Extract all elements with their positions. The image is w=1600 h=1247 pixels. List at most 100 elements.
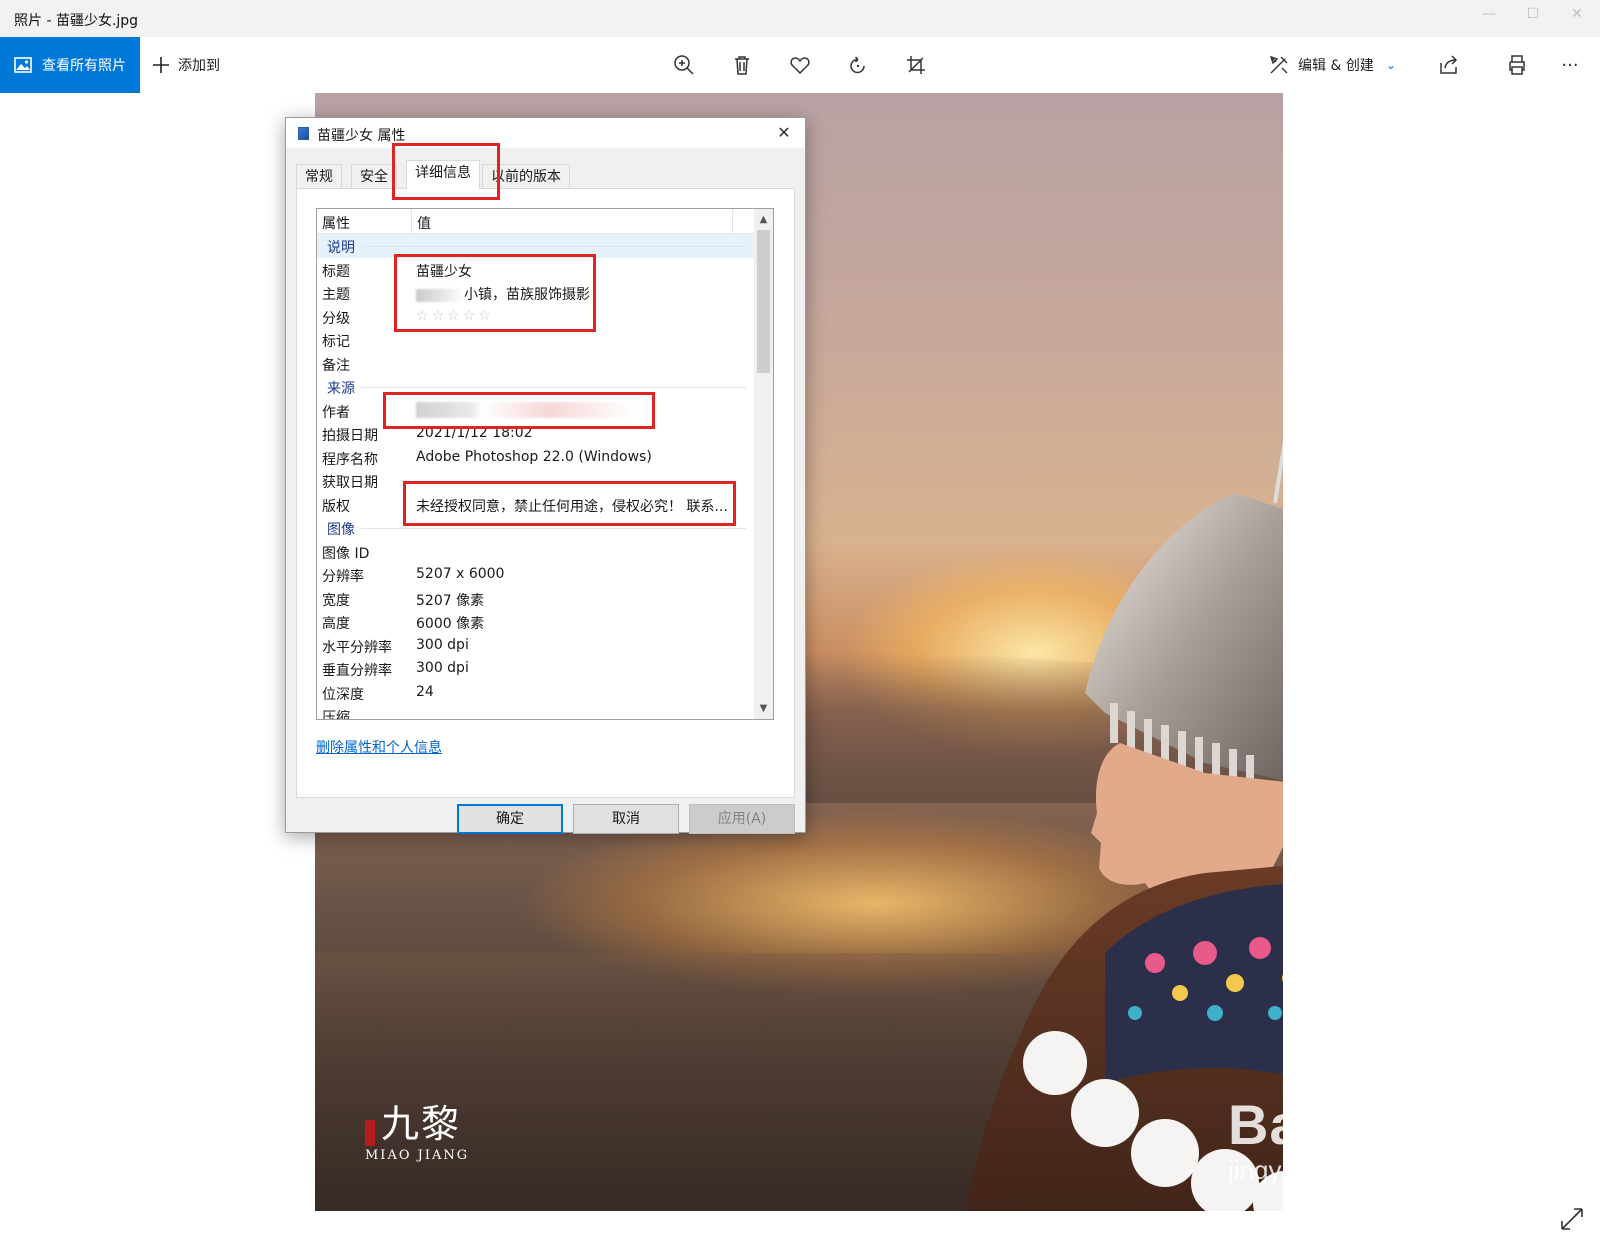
- list-header: 属性 值: [317, 209, 754, 234]
- property-value[interactable]: Adobe Photoshop 22.0 (Windows): [416, 449, 652, 465]
- property-value[interactable]: 300 dpi: [416, 637, 469, 653]
- property-key: 标题: [322, 263, 350, 280]
- column-divider: [732, 209, 733, 234]
- photo-subject: [964, 441, 1283, 1211]
- seal-mark: [365, 1119, 375, 1146]
- property-key: 拍摄日期: [322, 428, 378, 444]
- cancel-button[interactable]: 取消: [573, 804, 679, 834]
- delete-button[interactable]: [727, 50, 757, 80]
- property-value[interactable]: 未经授权同意，禁止任何用途，侵权必究！ 联系...: [416, 496, 728, 516]
- property-row-height[interactable]: 高度 6000 像素: [317, 610, 754, 634]
- property-key: 分辨率: [322, 569, 364, 585]
- scroll-up-arrow-icon[interactable]: ▲: [754, 211, 773, 228]
- minimize-button[interactable]: —: [1474, 6, 1504, 22]
- property-row-copyright[interactable]: 版权 未经授权同意，禁止任何用途，侵权必究！ 联系...: [317, 493, 754, 517]
- zoom-button[interactable]: [669, 50, 699, 80]
- redaction-blur: [416, 401, 636, 418]
- tab-previous-versions[interactable]: 以前的版本: [482, 164, 570, 188]
- window-close-button[interactable]: ✕: [1562, 6, 1592, 22]
- property-row-date-taken[interactable]: 拍摄日期 2021/1/12 18:02: [317, 422, 754, 446]
- property-value[interactable]: 苗疆少女: [416, 261, 472, 281]
- property-row-horizontal-resolution[interactable]: 水平分辨率 300 dpi: [317, 634, 754, 658]
- property-value-wrap[interactable]: [416, 401, 636, 418]
- group-header-origin: 来源: [317, 375, 754, 399]
- property-row-bit-depth[interactable]: 位深度 24: [317, 681, 754, 705]
- more-button[interactable]: ···: [1555, 50, 1585, 80]
- property-value[interactable]: 2021/1/12 18:02: [416, 425, 533, 441]
- favorite-button[interactable]: [785, 50, 815, 80]
- property-value: 小镇，苗族服饰摄影: [464, 287, 590, 303]
- column-value[interactable]: 值: [417, 213, 431, 233]
- dialog-close-button[interactable]: ✕: [773, 122, 795, 144]
- property-value[interactable]: 5207 像素: [416, 590, 484, 610]
- property-key: 水平分辨率: [322, 639, 392, 656]
- property-key: 高度: [322, 616, 350, 632]
- photos-app: 照片 - 苗疆少女.jpg — ☐ ✕ 查看所有照片 添加到 编辑 & 创建 ⌄…: [0, 0, 1600, 1247]
- property-row-compression[interactable]: 压缩: [317, 704, 754, 720]
- chevron-down-icon: ⌄: [1385, 58, 1396, 72]
- group-label: 说明: [327, 240, 355, 256]
- view-all-photos-button[interactable]: 查看所有照片: [0, 37, 140, 93]
- property-key: 标记: [322, 334, 350, 350]
- property-row-subject[interactable]: 主题 小镇，苗族服饰摄影: [317, 281, 754, 305]
- scroll-thumb[interactable]: [757, 230, 770, 373]
- tab-security[interactable]: 安全: [351, 164, 397, 188]
- property-row-title[interactable]: 标题 苗疆少女: [317, 258, 754, 282]
- property-key: 压缩: [322, 710, 350, 720]
- column-property[interactable]: 属性: [322, 213, 350, 233]
- group-label: 图像: [327, 522, 355, 538]
- add-to-label: 添加到: [178, 58, 220, 74]
- dialog-title-bar: 苗疆少女 属性 ✕: [286, 118, 805, 148]
- property-key: 程序名称: [322, 451, 378, 468]
- maximize-button[interactable]: ☐: [1518, 6, 1548, 22]
- property-key: 主题: [322, 287, 350, 303]
- property-row-width[interactable]: 宽度 5207 像素: [317, 587, 754, 611]
- tab-general[interactable]: 常规: [296, 164, 342, 188]
- share-button[interactable]: [1434, 50, 1464, 80]
- add-to-button[interactable]: 添加到: [152, 37, 220, 93]
- crop-button[interactable]: [901, 50, 931, 80]
- group-line: [361, 387, 746, 388]
- ok-button[interactable]: 确定: [457, 804, 563, 834]
- property-key: 位深度: [322, 686, 364, 703]
- property-row-date-acquired[interactable]: 获取日期: [317, 469, 754, 493]
- property-row-comments[interactable]: 备注: [317, 352, 754, 376]
- property-value[interactable]: 24: [416, 684, 434, 700]
- property-value-wrap[interactable]: 小镇，苗族服饰摄影: [416, 284, 590, 304]
- group-label: 来源: [327, 381, 355, 397]
- crop-icon: [907, 56, 925, 74]
- tab-details[interactable]: 详细信息: [406, 160, 480, 189]
- property-row-vertical-resolution[interactable]: 垂直分辨率 300 dpi: [317, 657, 754, 681]
- property-value[interactable]: 300 dpi: [416, 660, 469, 676]
- property-list[interactable]: 属性 值 说明 标题 苗疆少女 主题 小镇，苗族服饰摄影 分级 ☆☆☆☆☆ 标记…: [316, 208, 774, 720]
- rotate-button[interactable]: [843, 50, 873, 80]
- property-row-program[interactable]: 程序名称 Adobe Photoshop 22.0 (Windows): [317, 446, 754, 470]
- rotate-icon: [850, 56, 865, 74]
- scroll-down-arrow-icon[interactable]: ▼: [754, 700, 773, 717]
- property-row-tags[interactable]: 标记: [317, 328, 754, 352]
- property-row-authors[interactable]: 作者: [317, 399, 754, 423]
- remove-properties-link[interactable]: 删除属性和个人信息: [316, 737, 442, 757]
- rating-stars[interactable]: ☆☆☆☆☆: [416, 308, 494, 324]
- property-row-rating[interactable]: 分级 ☆☆☆☆☆: [317, 305, 754, 329]
- window-title: 照片 - 苗疆少女.jpg: [14, 13, 139, 29]
- edit-create-icon: [1269, 55, 1288, 74]
- apply-button[interactable]: 应用(A): [689, 804, 795, 834]
- photo-watermark: 九黎 MIAO JIANG: [365, 1093, 469, 1163]
- property-key: 作者: [322, 404, 350, 421]
- edit-create-label: 编辑 & 创建: [1298, 58, 1374, 74]
- photo-icon: [14, 57, 32, 73]
- property-key: 图像 ID: [322, 545, 370, 562]
- plus-icon: [153, 57, 169, 73]
- zoom-in-icon: [674, 55, 694, 75]
- print-button[interactable]: [1502, 50, 1532, 80]
- property-rows: 说明 标题 苗疆少女 主题 小镇，苗族服饰摄影 分级 ☆☆☆☆☆ 标记 备注 来…: [317, 234, 754, 720]
- property-row-dimensions[interactable]: 分辨率 5207 x 6000: [317, 563, 754, 587]
- property-value[interactable]: 5207 x 6000: [416, 566, 504, 582]
- property-value[interactable]: 6000 像素: [416, 613, 484, 633]
- property-row-image-id[interactable]: 图像 ID: [317, 540, 754, 564]
- vertical-scrollbar[interactable]: ▲ ▼: [754, 209, 773, 719]
- edit-create-button[interactable]: 编辑 & 创建 ⌄: [1268, 37, 1396, 93]
- expand-icon[interactable]: [1558, 1205, 1586, 1233]
- title-bar: 照片 - 苗疆少女.jpg — ☐ ✕: [0, 0, 1600, 37]
